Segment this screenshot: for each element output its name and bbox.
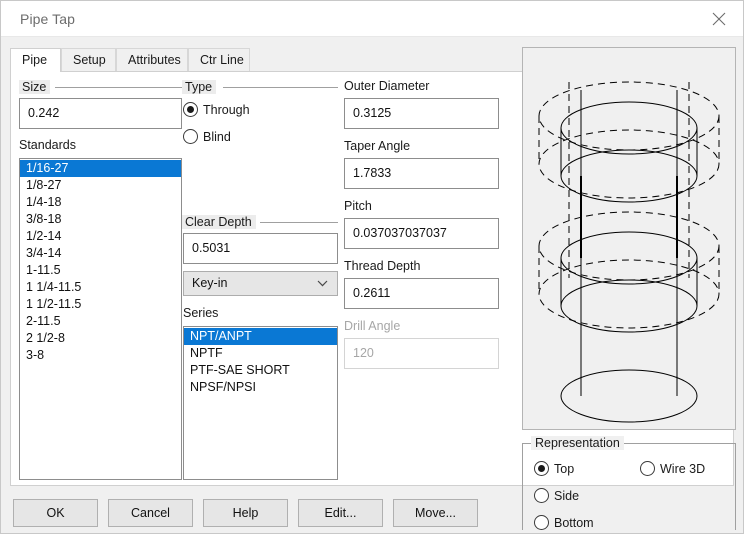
pipe-tap-3d-preview <box>522 47 736 430</box>
close-button[interactable] <box>697 1 743 36</box>
drill-angle-input: 120 <box>344 338 499 369</box>
type-group-title: Type <box>182 80 217 94</box>
help-button[interactable]: Help <box>203 499 288 527</box>
radio-representation-bottom-label: Bottom <box>554 516 594 530</box>
outer-diameter-label: Outer Diameter <box>344 79 430 93</box>
title-bar: Pipe Tap <box>1 1 743 37</box>
series-listbox[interactable]: NPT/ANPT NPTF PTF-SAE SHORT NPSF/NPSI <box>183 326 338 480</box>
list-item[interactable]: 1/8-27 <box>20 177 181 194</box>
clear-depth-input[interactable]: 0.5031 <box>183 233 338 264</box>
chevron-down-icon <box>317 280 328 287</box>
clear-depth-group-rule <box>260 222 338 223</box>
tab-ctr-line[interactable]: Ctr Line <box>188 48 250 71</box>
radio-type-through-label: Through <box>203 103 250 117</box>
move-button[interactable]: Move... <box>393 499 478 527</box>
size-group-header: Size <box>19 80 182 94</box>
size-group-rule <box>55 87 182 88</box>
list-item[interactable]: 3/8-18 <box>20 211 181 228</box>
list-item[interactable]: 1/16-27 <box>20 160 181 177</box>
window-title: Pipe Tap <box>20 11 76 27</box>
clear-depth-mode-dropdown[interactable]: Key-in <box>183 271 338 296</box>
list-item[interactable]: 1-11.5 <box>20 262 181 279</box>
pipe-tap-dialog: Pipe Tap Pipe Setup Attributes Ctr Line … <box>0 0 744 534</box>
list-item[interactable]: 2 1/2-8 <box>20 330 181 347</box>
list-item[interactable]: 1 1/2-11.5 <box>20 296 181 313</box>
taper-angle-input[interactable]: 1.7833 <box>344 158 499 189</box>
list-item[interactable]: 1/2-14 <box>20 228 181 245</box>
radio-dot-icon <box>534 515 549 530</box>
taper-angle-label: Taper Angle <box>344 139 411 153</box>
list-item[interactable]: 2-11.5 <box>20 313 181 330</box>
radio-dot-icon <box>183 129 198 144</box>
radio-dot-icon <box>534 461 549 476</box>
representation-group: Representation Top Side Bottom Wire 3D <box>522 436 736 530</box>
radio-representation-top-label: Top <box>554 462 575 476</box>
edit-button[interactable]: Edit... <box>298 499 383 527</box>
size-group-title: Size <box>19 80 51 94</box>
list-item[interactable]: NPSF/NPSI <box>184 379 337 396</box>
tab-pipe[interactable]: Pipe <box>10 48 61 72</box>
pipe-tap-preview-drawing <box>538 81 720 423</box>
pitch-input[interactable]: 0.037037037037 <box>344 218 499 249</box>
radio-dot-icon <box>183 102 198 117</box>
type-group-rule <box>223 87 338 88</box>
list-item[interactable]: NPTF <box>184 345 337 362</box>
thread-depth-input[interactable]: 0.2611 <box>344 278 499 309</box>
size-input[interactable]: 0.242 <box>19 98 182 129</box>
representation-group-title: Representation <box>531 436 624 450</box>
radio-dot-icon <box>534 488 549 503</box>
tab-setup-label: Setup <box>73 53 106 67</box>
tab-pipe-label: Pipe <box>22 53 48 67</box>
outer-diameter-input[interactable]: 0.3125 <box>344 98 499 129</box>
type-group-header: Type <box>182 80 338 94</box>
standards-listbox[interactable]: 1/16-27 1/8-27 1/4-18 3/8-18 1/2-14 3/4-… <box>19 158 182 480</box>
clear-depth-group-title: Clear Depth <box>182 215 256 229</box>
cancel-button[interactable]: Cancel <box>108 499 193 527</box>
drill-angle-label: Drill Angle <box>344 319 401 333</box>
tab-attributes-label: Attributes <box>128 53 181 67</box>
thread-depth-label: Thread Depth <box>344 259 421 273</box>
tab-attributes[interactable]: Attributes <box>116 48 188 71</box>
radio-representation-wire3d-label: Wire 3D <box>660 462 706 476</box>
pitch-label: Pitch <box>344 199 372 213</box>
list-item[interactable]: 1 1/4-11.5 <box>20 279 181 296</box>
radio-type-blind-label: Blind <box>203 130 231 144</box>
radio-representation-side-label: Side <box>554 489 580 503</box>
tab-ctr-line-label: Ctr Line <box>200 53 244 67</box>
clear-depth-group-header: Clear Depth <box>182 215 338 229</box>
clear-depth-mode-value: Key-in <box>192 276 228 290</box>
standards-label: Standards <box>19 138 76 152</box>
ok-button[interactable]: OK <box>13 499 98 527</box>
radio-dot-icon <box>640 461 655 476</box>
list-item[interactable]: 3-8 <box>20 347 181 364</box>
series-label: Series <box>183 306 219 320</box>
list-item[interactable]: 1/4-18 <box>20 194 181 211</box>
close-icon <box>712 12 726 26</box>
list-item[interactable]: NPT/ANPT <box>184 328 337 345</box>
list-item[interactable]: 3/4-14 <box>20 245 181 262</box>
tab-setup[interactable]: Setup <box>61 48 116 71</box>
list-item[interactable]: PTF-SAE SHORT <box>184 362 337 379</box>
